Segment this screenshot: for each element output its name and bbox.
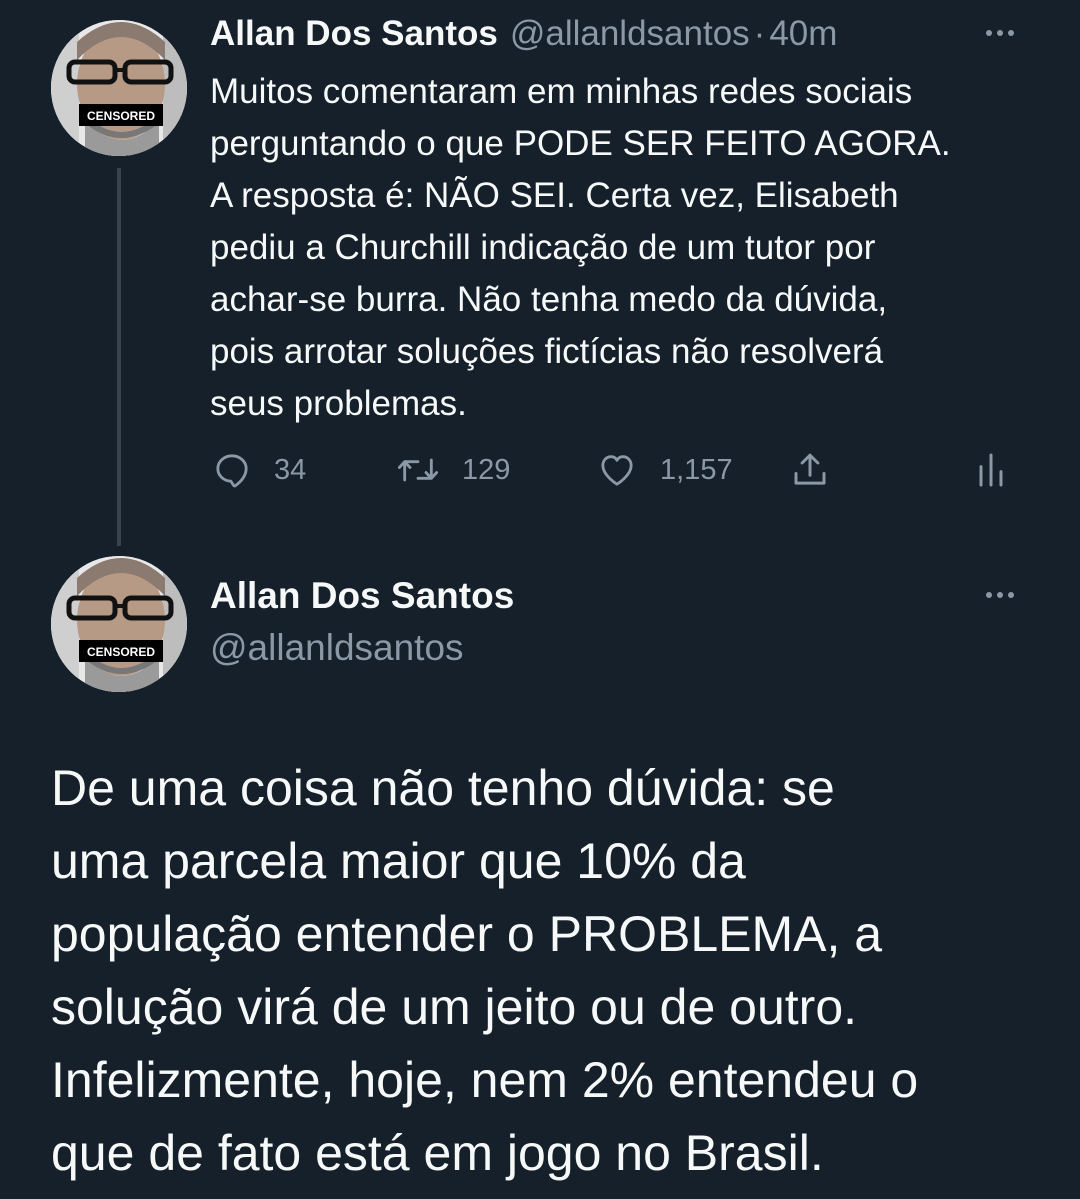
tweet-timestamp[interactable]: 40m	[769, 14, 837, 54]
separator-dot: ·	[753, 14, 766, 53]
more-options-icon	[986, 592, 1014, 598]
avatar-photo: CENSORED	[51, 556, 187, 692]
more-options-button[interactable]	[986, 30, 1014, 36]
avatar-badge-text: CENSORED	[87, 109, 155, 123]
analytics-icon	[979, 453, 1003, 487]
avatar[interactable]: CENSORED	[51, 20, 187, 156]
heart-icon	[601, 455, 633, 486]
analytics-button[interactable]	[976, 446, 1006, 494]
avatar[interactable]: CENSORED	[51, 556, 187, 692]
like-count: 1,157	[660, 453, 733, 486]
author-handle[interactable]: @allanldsantos	[510, 14, 750, 54]
reply-button[interactable]: 34	[212, 446, 306, 494]
retweet-icon	[397, 458, 439, 482]
more-options-button[interactable]	[986, 592, 1014, 598]
tweet-actions: 34 129 1,157	[210, 446, 1020, 494]
like-button[interactable]: 1,157	[596, 446, 733, 494]
reply-count: 34	[274, 453, 307, 486]
thread-connector-line	[117, 168, 121, 546]
retweet-count: 129	[462, 453, 511, 486]
more-options-icon	[986, 30, 1014, 36]
avatar-photo: CENSORED	[51, 20, 187, 156]
retweet-button[interactable]: 129	[396, 446, 510, 494]
author-handle[interactable]: @allanldsantos	[210, 627, 464, 669]
share-button[interactable]	[788, 446, 832, 494]
tweet-text: Muitos comentaram em minhas redes sociai…	[210, 72, 951, 423]
author-name[interactable]: Allan Dos Santos	[210, 575, 514, 617]
tweet-header: Allan Dos Santos @allanldsantos · 40m	[210, 14, 837, 62]
reply-icon	[216, 454, 248, 488]
tweet-thread: CENSORED Allan Dos Santos @allanldsantos…	[0, 0, 1080, 1199]
tweet-text: De uma coisa não tenho dúvida: se uma pa…	[51, 760, 919, 1181]
author-name[interactable]: Allan Dos Santos	[210, 14, 498, 54]
avatar-badge-text: CENSORED	[87, 645, 155, 659]
share-icon	[794, 453, 826, 485]
